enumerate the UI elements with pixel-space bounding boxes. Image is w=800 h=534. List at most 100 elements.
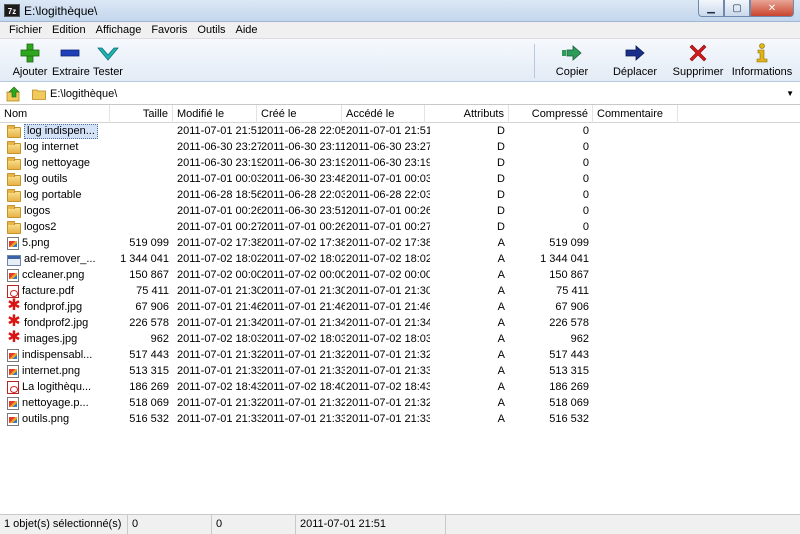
test-button[interactable]: Tester xyxy=(92,41,124,78)
cell-name[interactable]: logos2 xyxy=(7,219,56,235)
info-button[interactable]: Informations xyxy=(731,41,793,78)
menu-affichage[interactable]: Affichage xyxy=(91,24,147,36)
table-row[interactable]: ✱ fondprof2.jpg 226 578 2011-07-01 21:34 201… xyxy=(0,314,800,331)
column-header-comment[interactable]: Commentaire xyxy=(593,105,678,123)
cell-modified: 2011-07-01 21:34 xyxy=(177,317,261,329)
cell-size xyxy=(110,139,169,155)
title-bar[interactable]: 7z E:\logithèque\ ▁ ▢ ✕ xyxy=(0,0,800,22)
status-size: 0 xyxy=(128,515,212,534)
menu-favoris[interactable]: Favoris xyxy=(146,24,192,36)
table-row[interactable]: La logithèqu... 186 269 2011-07-02 18:43 20… xyxy=(0,379,800,395)
cell-packed: 516 532 xyxy=(549,413,589,425)
table-row[interactable]: ✱ fondprof.jpg 67 906 2011-07-01 21:46 2011-… xyxy=(0,298,800,315)
cell-name[interactable]: log outils xyxy=(7,171,67,187)
table-row[interactable]: logos 2011-07-01 00:26 2011-06-30 23:51 201… xyxy=(0,203,800,219)
cell-packed: 226 578 xyxy=(549,317,589,329)
table-row[interactable]: ✱ images.jpg 962 2011-07-02 18:03 2011-07-02… xyxy=(0,330,800,347)
cell-name[interactable]: log indispen... xyxy=(7,123,98,139)
cell-name[interactable]: log nettoyage xyxy=(7,155,90,171)
cell-size: 226 578 xyxy=(129,317,169,329)
menu-aide[interactable]: Aide xyxy=(231,24,263,36)
move-button[interactable]: Déplacer xyxy=(612,41,658,78)
menu-edition[interactable]: Edition xyxy=(47,24,91,36)
cell-modified: 2011-07-01 21:32 xyxy=(177,397,261,409)
cell-packed: 518 069 xyxy=(549,397,589,409)
copy-button[interactable]: Copier xyxy=(552,41,592,78)
cell-modified: 2011-07-01 21:51 xyxy=(177,125,261,137)
cell-created: 2011-06-30 23:48 xyxy=(261,173,345,185)
cell-name[interactable]: nettoyage.p... xyxy=(7,395,89,411)
cell-name[interactable]: ccleaner.png xyxy=(7,267,84,283)
cell-attributes: A xyxy=(497,253,505,265)
table-row[interactable]: logos2 2011-07-01 00:27 2011-07-01 00:26 20… xyxy=(0,219,800,235)
cell-name[interactable]: outils.png xyxy=(7,411,69,427)
column-header-packed[interactable]: Compressé xyxy=(509,105,593,123)
delete-button[interactable]: Supprimer xyxy=(672,41,724,78)
cell-name[interactable]: logos xyxy=(7,203,50,219)
file-name: outils.png xyxy=(22,413,70,425)
cell-created: 2011-07-01 00:26 xyxy=(261,221,345,233)
cell-accessed: 2011-07-02 00:00 xyxy=(346,269,430,281)
cell-name[interactable]: La logithèqu... xyxy=(7,379,91,395)
table-row[interactable]: 5.png 519 099 2011-07-02 17:38 2011-07-02 1… xyxy=(0,235,800,251)
column-header-created[interactable]: Créé le xyxy=(257,105,342,123)
cell-size xyxy=(110,187,169,203)
add-button[interactable]: Ajouter xyxy=(12,41,48,78)
cell-name[interactable]: log internet xyxy=(7,139,78,155)
add-label: Ajouter xyxy=(12,66,48,78)
close-button[interactable]: ✕ xyxy=(750,0,794,17)
file-list[interactable]: Nom Taille Modifié le Créé le Accédé le … xyxy=(0,105,800,512)
cell-packed: 67 906 xyxy=(555,301,589,313)
column-header-accessed[interactable]: Accédé le xyxy=(342,105,425,123)
cell-attributes: A xyxy=(497,285,505,297)
cell-accessed: 2011-07-01 21:34 xyxy=(346,317,430,329)
app-icon: 7z xyxy=(4,4,20,17)
column-header-name[interactable]: Nom xyxy=(0,105,110,123)
info-icon xyxy=(756,43,768,63)
table-row[interactable]: nettoyage.p... 518 069 2011-07-01 21:32 201… xyxy=(0,395,800,411)
status-bar: 1 objet(s) sélectionné(s) 0 0 2011-07-01… xyxy=(0,514,800,534)
cell-modified: 2011-07-02 17:38 xyxy=(177,237,261,249)
cell-size: 150 867 xyxy=(129,269,169,281)
up-folder-icon[interactable] xyxy=(6,86,22,102)
table-row[interactable]: ccleaner.png 150 867 2011-07-02 00:00 2011-… xyxy=(0,267,800,283)
table-row[interactable]: ad-remover_... 1 344 041 2011-07-02 18:02 2… xyxy=(0,251,800,267)
menu-outils[interactable]: Outils xyxy=(192,24,230,36)
maximize-button[interactable]: ▢ xyxy=(724,0,750,17)
table-row[interactable]: log nettoyage 2011-06-30 23:19 2011-06-30 … xyxy=(0,155,800,171)
column-header-modified[interactable]: Modifié le xyxy=(173,105,257,123)
column-header-attributes[interactable]: Attributs xyxy=(425,105,509,123)
table-row[interactable]: log outils 2011-07-01 00:03 2011-06-30 23:… xyxy=(0,171,800,187)
cell-name[interactable]: log portable xyxy=(7,187,82,203)
table-row[interactable]: log portable 2011-06-28 18:56 2011-06-28 2… xyxy=(0,187,800,203)
table-row[interactable]: log indispen... 2011-07-01 21:51 2011-06-2… xyxy=(0,123,800,139)
table-row[interactable]: indispensabl... 517 443 2011-07-01 21:32 20… xyxy=(0,347,800,363)
cell-packed: 0 xyxy=(582,141,589,153)
cell-name[interactable]: indispensabl... xyxy=(7,347,92,363)
file-name: nettoyage.p... xyxy=(22,397,89,409)
table-row[interactable]: log internet 2011-06-30 23:27 2011-06-30 2… xyxy=(0,139,800,155)
menu-bar: Fichier Edition Affichage Favoris Outils… xyxy=(0,22,800,39)
cell-attributes: D xyxy=(497,189,505,201)
cell-size: 75 411 xyxy=(136,285,169,297)
path-input[interactable]: E:\logithèque\ xyxy=(50,88,117,100)
folder-icon xyxy=(7,124,21,138)
cell-created: 2011-07-01 21:32 xyxy=(261,397,345,409)
file-name: fondprof2.jpg xyxy=(24,317,89,329)
table-row[interactable]: outils.png 516 532 2011-07-01 21:33 2011-07… xyxy=(0,411,800,427)
cell-name[interactable]: internet.png xyxy=(7,363,80,379)
table-row[interactable]: facture.pdf 75 411 2011-07-01 21:30 2011-07… xyxy=(0,283,800,299)
cell-size: 1 344 041 xyxy=(120,253,169,265)
chevron-down-icon[interactable]: ▼ xyxy=(786,89,794,98)
column-header-size[interactable]: Taille xyxy=(110,105,173,123)
cell-packed: 1 344 041 xyxy=(540,253,589,265)
cell-name[interactable]: 5.png xyxy=(7,235,50,251)
cell-packed: 517 443 xyxy=(549,349,589,361)
menu-fichier[interactable]: Fichier xyxy=(4,24,47,36)
cell-name[interactable]: ✱ images.jpg xyxy=(7,330,77,347)
extract-button[interactable]: Extraire xyxy=(52,41,90,78)
table-row[interactable]: internet.png 513 315 2011-07-01 21:33 2011-… xyxy=(0,363,800,379)
cell-name[interactable]: ad-remover_... xyxy=(7,251,96,267)
minimize-button[interactable]: ▁ xyxy=(698,0,724,17)
delete-label: Supprimer xyxy=(672,66,724,78)
